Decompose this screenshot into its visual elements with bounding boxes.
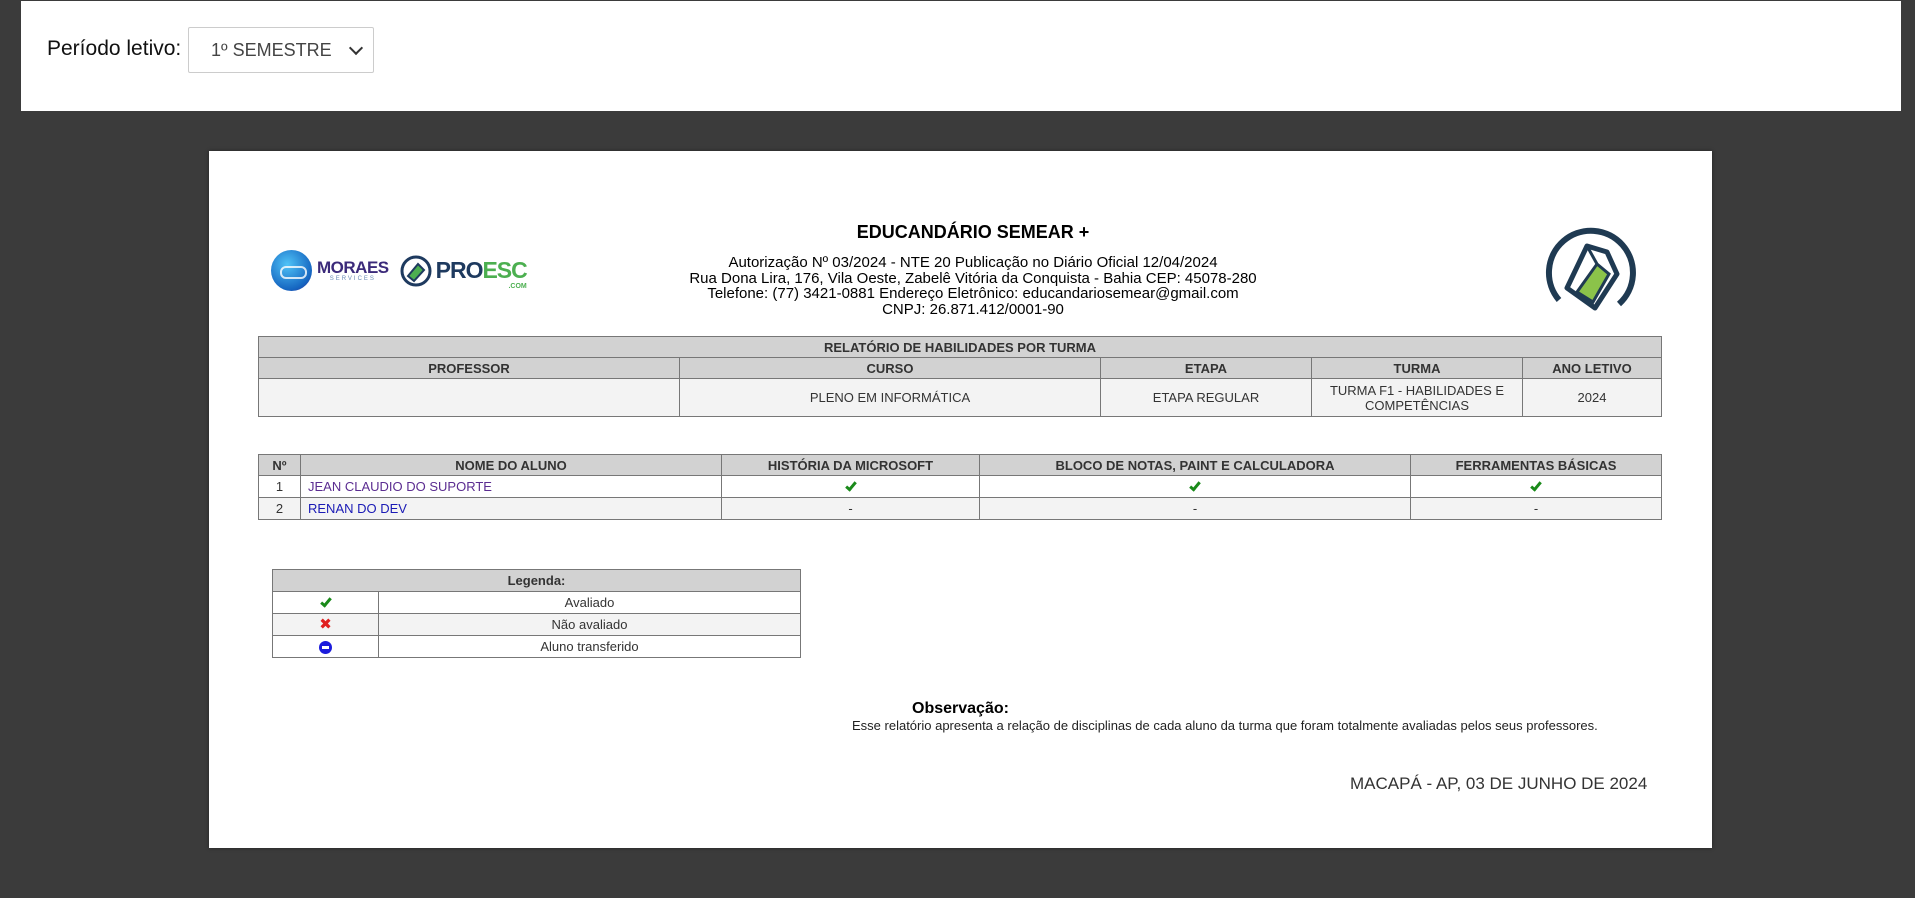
header-student-name: NOME DO ALUNO	[300, 454, 722, 476]
logos: MORAES SERVICES PROESC .COM	[271, 250, 528, 291]
skill-cell	[979, 475, 1411, 498]
filter-bar: Período letivo: 1º SEMESTRE	[21, 1, 1901, 111]
header-turma: TURMA	[1311, 357, 1523, 379]
header-historia-microsoft: HISTÓRIA DA MICROSOFT	[721, 454, 980, 476]
school-info: Autorização Nº 03/2024 - NTE 20 Publicaç…	[643, 255, 1303, 317]
student-name-link[interactable]: JEAN CLAUDIO DO SUPORTE	[300, 475, 722, 498]
school-name: EDUCANDÁRIO SEMEAR +	[856, 222, 1090, 242]
chevron-down-icon	[348, 40, 364, 55]
legend-row: Avaliado	[272, 591, 801, 614]
value-turma: TURMA F1 - HABILIDADES E COMPETÊNCIAS	[1311, 378, 1523, 417]
moraes-logo: MORAES SERVICES	[271, 250, 389, 291]
check-icon	[844, 479, 857, 492]
student-name-link[interactable]: RENAN DO DEV	[300, 497, 722, 520]
school-authorization: Autorização Nº 03/2024 - NTE 20 Publicaç…	[728, 254, 1218, 271]
skill-cell: -	[979, 497, 1411, 520]
skill-cell: -	[1410, 497, 1662, 520]
legend-table: Legenda: Avaliado ✖ Não avaliado Aluno t…	[272, 569, 801, 658]
moraes-logo-icon	[271, 250, 312, 291]
legend-row: ✖ Não avaliado	[272, 613, 801, 636]
report-title: RELATÓRIO DE HABILIDADES POR TURMA	[258, 336, 1662, 358]
check-icon	[1189, 479, 1201, 492]
header-ferramentas-basicas: FERRAMENTAS BÁSICAS	[1410, 454, 1662, 476]
school-address: Rua Dona Lira, 176, Vila Oeste, Zabelê V…	[689, 269, 1257, 287]
proesc-logo: PROESC .COM	[399, 254, 528, 290]
report-info-table: RELATÓRIO DE HABILIDADES POR TURMA PROFE…	[258, 336, 1662, 417]
skill-cell: -	[721, 497, 980, 520]
legend-label: Avaliado	[378, 591, 801, 614]
period-label: Período letivo:	[47, 37, 182, 60]
check-icon	[319, 595, 332, 608]
proesc-logo-com: .COM	[508, 283, 527, 290]
observation-title: Observação:	[912, 700, 1009, 717]
proesc-logo-pro: PRO	[435, 257, 484, 283]
legend-label: Não avaliado	[378, 613, 801, 636]
value-etapa: ETAPA REGULAR	[1100, 378, 1312, 417]
value-curso: PLENO EM INFORMÁTICA	[679, 378, 1101, 417]
minus-circle-icon	[319, 641, 332, 655]
value-professor	[258, 378, 680, 417]
legend-title: Legenda:	[272, 569, 801, 592]
proesc-logo-esc: ESC	[482, 257, 527, 283]
school-contact: Telefone: (77) 3421-0881 Endereço Eletrô…	[707, 285, 1239, 302]
students-table: Nº NOME DO ALUNO HISTÓRIA DA MICROSOFT B…	[258, 454, 1662, 520]
legend-row: Aluno transferido	[272, 635, 801, 658]
header-etapa: ETAPA	[1100, 357, 1312, 379]
cross-icon: ✖	[319, 616, 332, 633]
value-ano-letivo: 2024	[1522, 378, 1662, 417]
skill-cell	[721, 475, 980, 498]
header-number: Nº	[258, 454, 301, 476]
moraes-logo-subtext: SERVICES	[329, 276, 376, 282]
legend-label: Aluno transferido	[378, 635, 801, 658]
table-row: 1 JEAN CLAUDIO DO SUPORTE	[258, 475, 1662, 498]
school-cnpj: CNPJ: 26.871.412/0001-90	[882, 300, 1064, 318]
moraes-logo-text: MORAES	[317, 258, 389, 277]
place-date: MACAPÁ - AP, 03 DE JUNHO DE 2024	[1350, 774, 1648, 793]
report-page: MORAES SERVICES PROESC .COM EDUCANDÁRIO …	[209, 151, 1712, 848]
period-select[interactable]: 1º SEMESTRE	[188, 27, 374, 73]
period-select-value: 1º SEMESTRE	[211, 39, 332, 60]
header-ano-letivo: ANO LETIVO	[1522, 357, 1662, 379]
proesc-logo-icon	[400, 255, 432, 286]
school-seal-icon	[1546, 227, 1636, 311]
check-icon	[1530, 479, 1542, 492]
student-number: 2	[258, 497, 301, 520]
table-row: 2 RENAN DO DEV - - -	[258, 497, 1662, 520]
observation-text: Esse relatório apresenta a relação de di…	[852, 718, 1598, 733]
student-number: 1	[258, 475, 301, 498]
header-professor: PROFESSOR	[258, 357, 680, 379]
header-curso: CURSO	[679, 357, 1101, 379]
skill-cell	[1410, 475, 1662, 498]
header-bloco-notas: BLOCO DE NOTAS, PAINT E CALCULADORA	[979, 454, 1411, 476]
